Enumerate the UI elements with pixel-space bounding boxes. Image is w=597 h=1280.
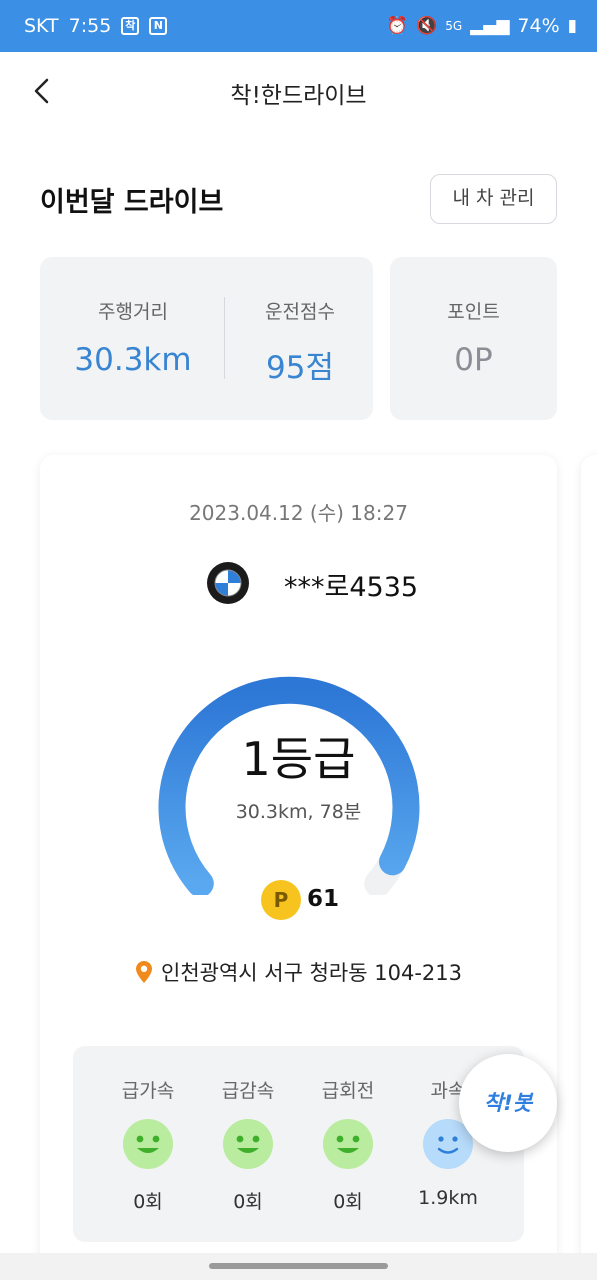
event-hard-braking: 급감속 0회	[198, 1076, 298, 1214]
home-indicator[interactable]	[209, 1263, 388, 1269]
distance-value: 30.3km	[74, 342, 192, 378]
battery-icon: ▮	[567, 16, 577, 36]
location-text: 인천광역시 서구 청라동 104-213	[161, 961, 462, 985]
status-bar: SKT 7:55 착 N ⏰ 🔇 5G ▂▄▆ 74% ▮	[0, 0, 597, 52]
event-sharp-turn: 급회전 0회	[298, 1076, 398, 1214]
points-card[interactable]: 포인트 0P	[390, 257, 557, 420]
monthly-stats-card: 주행거리 30.3km 운전점수 95점	[40, 257, 373, 420]
car-plate-number: ***로4535	[284, 572, 419, 603]
driving-events: 급가속 0회 급감속 0회 급회전 0회 과속 1.9km	[73, 1046, 524, 1242]
score-label: 운전점수	[265, 301, 335, 323]
point-coin-icon: P	[261, 880, 301, 920]
drive-grade: 1등급	[241, 732, 356, 786]
manage-car-button[interactable]: 내 차 관리	[430, 174, 557, 224]
event-label: 급가속	[121, 1080, 175, 1102]
points-label: 포인트	[447, 301, 500, 323]
points-stat: 포인트 0P	[390, 297, 557, 378]
event-label: 급회전	[321, 1080, 375, 1102]
location-pin-icon	[136, 961, 153, 983]
chatbot-button[interactable]: 착!봇	[459, 1054, 557, 1152]
network-type: 5G	[445, 19, 463, 33]
distance-stat: 주행거리 30.3km	[50, 297, 216, 378]
clock: 7:55	[68, 15, 112, 37]
drive-record-card[interactable]: 2023.04.12 (수) 18:27 ***로4535 1등급 30.3km…	[40, 455, 557, 1280]
smile-face-icon	[323, 1119, 373, 1169]
distance-label: 주행거리	[98, 301, 168, 323]
score-value: 95점	[266, 350, 334, 386]
carrier-label: SKT	[24, 15, 59, 37]
monthly-drive-title: 이번달 드라이브	[40, 187, 224, 218]
score-stat: 운전점수 95점	[217, 297, 383, 387]
drive-location: 인천광역시 서구 청라동 104-213	[40, 957, 557, 987]
bmw-logo-icon	[207, 562, 249, 604]
event-value: 0회	[333, 1191, 363, 1213]
event-value: 1.9km	[418, 1187, 478, 1209]
system-navigation-bar	[0, 1253, 597, 1280]
drive-date: 2023.04.12 (수) 18:27	[189, 501, 408, 525]
smile-face-icon	[223, 1119, 273, 1169]
event-hard-acceleration: 급가속 0회	[98, 1076, 198, 1214]
mute-icon: 🔇	[416, 16, 438, 36]
page-title: 착!한드라이브	[230, 83, 367, 109]
earned-points: 61	[307, 886, 340, 912]
battery-percent: 74%	[517, 15, 560, 37]
drive-distance-time: 30.3km, 78분	[235, 801, 362, 823]
nfc-icon: N	[149, 17, 168, 35]
event-value: 0회	[233, 1191, 263, 1213]
signal-icon: ▂▄▆	[470, 16, 510, 36]
alarm-icon: ⏰	[386, 16, 409, 36]
next-drive-card-peek[interactable]	[581, 455, 597, 1280]
app-header: 착!한드라이브	[0, 52, 597, 130]
event-value: 0회	[133, 1191, 163, 1213]
smile-face-icon	[123, 1119, 173, 1169]
event-label: 급감속	[221, 1080, 275, 1102]
points-value: 0P	[454, 342, 493, 378]
app-notification-icon: 착	[121, 17, 140, 35]
